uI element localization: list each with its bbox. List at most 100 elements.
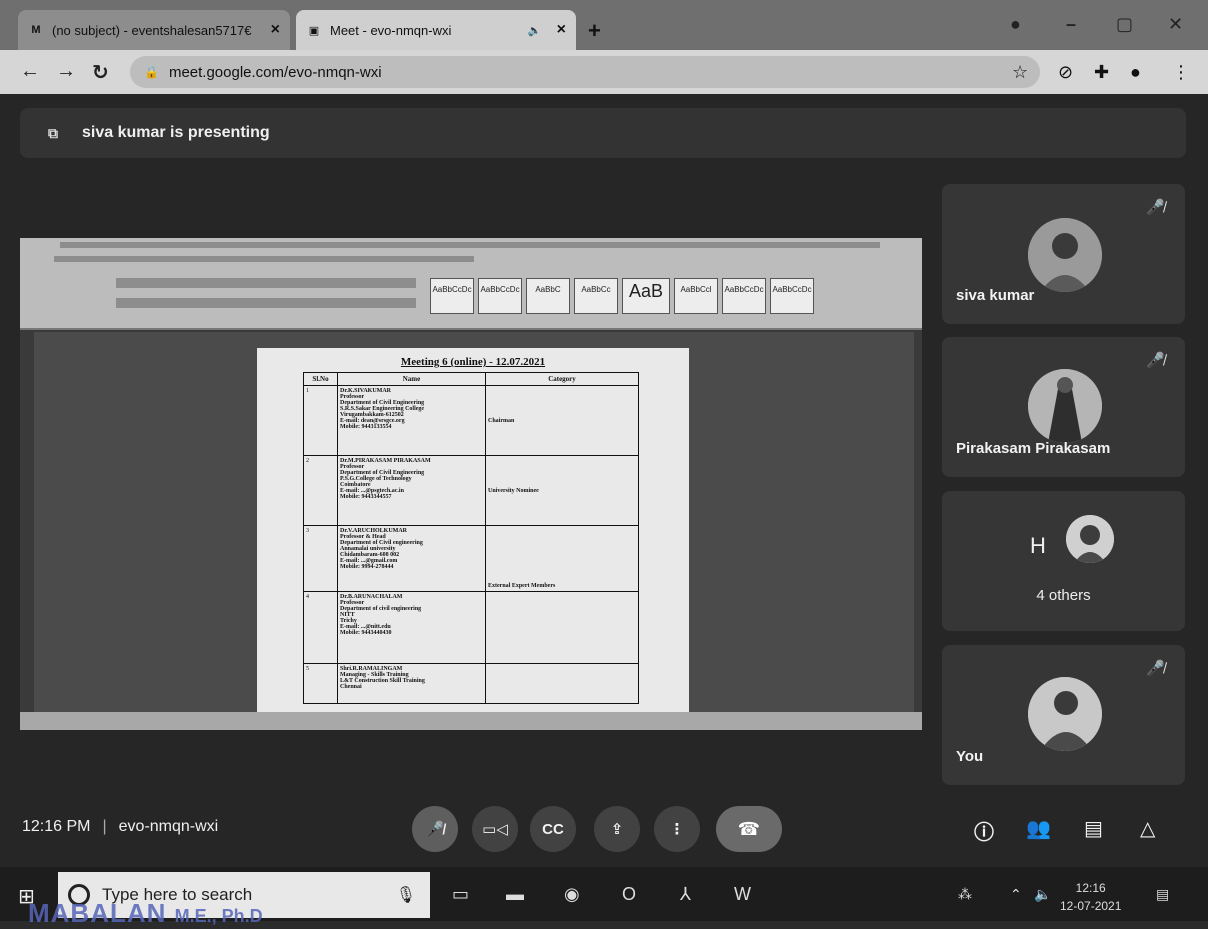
document-page: Meeting 6 (online) - 12.07.2021 Sl.No Na… bbox=[257, 348, 689, 714]
ribbon-styles-gallery: AaBbCcDc AaBbCcDc AaBbC AaBbCc AaB AaBbC… bbox=[430, 278, 814, 314]
activities-icon[interactable]: △ bbox=[1140, 816, 1155, 841]
extensions-icon[interactable]: ✚ bbox=[1094, 62, 1109, 83]
member-category bbox=[485, 663, 639, 704]
back-icon[interactable]: ← bbox=[20, 60, 40, 83]
camera-toggle-button[interactable]: ▭◁ bbox=[472, 806, 518, 852]
participant-tile-others[interactable]: H 4 others bbox=[942, 491, 1185, 631]
column-header: Category bbox=[485, 372, 639, 386]
acrobat-icon[interactable]: ⅄ bbox=[680, 884, 691, 905]
stamp-degrees: M.E., Ph.D bbox=[174, 906, 263, 926]
people-tray-icon[interactable]: ⁂ bbox=[958, 886, 972, 903]
participant-tile-you[interactable]: 🎤̸ You bbox=[942, 645, 1185, 785]
avatar bbox=[1066, 515, 1114, 563]
mic-off-icon: 🎤̸ bbox=[1146, 199, 1165, 216]
hang-up-icon: ☎ bbox=[737, 818, 761, 839]
gmail-icon: M bbox=[31, 24, 41, 36]
tab-title: Meet - evo-nmqn-wxi bbox=[330, 22, 452, 38]
file-explorer-icon[interactable]: ▬ bbox=[506, 884, 524, 905]
clock-date: 12-07-2021 bbox=[1060, 899, 1122, 913]
style-subtitle: AaBbCcl bbox=[674, 278, 718, 314]
word-status-bar bbox=[20, 712, 922, 730]
participant-tile-pirakasam[interactable]: 🎤̸ Pirakasam Pirakasam bbox=[942, 337, 1185, 477]
new-tab-button[interactable]: + bbox=[588, 18, 601, 44]
style-no-spacing: AaBbCcDc bbox=[478, 278, 522, 314]
row-number: 4 bbox=[303, 591, 338, 664]
more-vert-icon: ⋮ bbox=[669, 821, 685, 838]
tab-title: (no subject) - eventshalesan5717€ bbox=[52, 22, 252, 38]
account-extension-icon[interactable]: ● bbox=[1130, 62, 1141, 83]
reload-icon[interactable]: ↻ bbox=[92, 60, 109, 85]
others-count-label: 4 others bbox=[1036, 587, 1091, 604]
participant-tile-siva-kumar[interactable]: 🎤̸ siva kumar bbox=[942, 184, 1185, 324]
mic-toggle-button[interactable]: 🎤̸ bbox=[412, 806, 458, 852]
chat-icon[interactable]: ▤ bbox=[1084, 816, 1103, 841]
style-emphasis: AaBbCcDc bbox=[770, 278, 814, 314]
bookmark-star-icon[interactable]: ☆ bbox=[1012, 62, 1028, 83]
microphone-icon[interactable]: 🎙 bbox=[396, 885, 416, 905]
tab-meet[interactable]: ▣ Meet - evo-nmqn-wxi 🔈 × bbox=[296, 10, 576, 50]
volume-icon[interactable]: 🔈 bbox=[1034, 886, 1051, 903]
column-header: Name bbox=[337, 372, 486, 386]
meeting-time: 12:16 PM bbox=[22, 818, 91, 835]
member-category: External Expert Members bbox=[485, 525, 639, 592]
opera-icon[interactable]: O bbox=[622, 884, 636, 905]
member-category: University Nominee bbox=[485, 455, 639, 526]
table-row: 3 Dr.V.ARUCHOLKUMAR Professor & Head Dep… bbox=[303, 525, 639, 592]
participant-name: You bbox=[956, 748, 984, 765]
mic-off-icon: 🎤̸ bbox=[425, 821, 445, 838]
present-now-button[interactable]: ⇪ bbox=[594, 806, 640, 852]
taskbar-clock[interactable]: 12:16 12-07-2021 bbox=[1060, 879, 1121, 915]
audio-icon[interactable]: 🔈 bbox=[527, 23, 543, 37]
ribbon-title-bar bbox=[60, 242, 880, 248]
row-number: 2 bbox=[303, 455, 338, 526]
block-extension-icon[interactable]: ⊘ bbox=[1058, 62, 1073, 83]
member-details: Dr.B.ARUNACHALAM Professor Department of… bbox=[337, 591, 486, 664]
stamp-name: MABALAN bbox=[28, 898, 167, 928]
presenting-banner: ⧉ siva kumar is presenting bbox=[20, 108, 1186, 158]
style-heading-1: AaBbC bbox=[526, 278, 570, 314]
mic-off-icon: 🎤̸ bbox=[1146, 660, 1165, 677]
separator: | bbox=[102, 818, 107, 835]
close-tab-icon[interactable]: × bbox=[557, 21, 566, 39]
overlay-stamp: MABALAN M.E., Ph.D bbox=[28, 898, 263, 929]
profile-icon[interactable]: ● bbox=[1010, 14, 1021, 35]
present-screen-icon: ⇪ bbox=[610, 821, 624, 838]
chrome-icon[interactable]: ◉ bbox=[564, 884, 580, 905]
leave-call-button[interactable]: ☎ bbox=[716, 806, 782, 852]
participant-name: siva kumar bbox=[956, 287, 1035, 304]
forward-icon[interactable]: → bbox=[56, 60, 76, 83]
notifications-icon[interactable]: ▤ bbox=[1156, 886, 1169, 903]
more-options-button[interactable]: ⋮ bbox=[654, 806, 700, 852]
participant-name: Pirakasam Pirakasam bbox=[956, 440, 1111, 457]
people-icon[interactable]: 👥 bbox=[1026, 816, 1051, 841]
ribbon-tabs bbox=[54, 256, 474, 262]
document-title: Meeting 6 (online) - 12.07.2021 bbox=[400, 356, 546, 368]
table-row: 2 Dr.M.PIRAKASAM PIRAKASAM Professor Dep… bbox=[303, 455, 639, 526]
task-view-icon[interactable]: ▭ bbox=[452, 884, 469, 905]
mic-off-icon: 🎤̸ bbox=[1146, 352, 1165, 369]
minimize-icon[interactable]: – bbox=[1066, 14, 1076, 35]
presenting-icon: ⧉ bbox=[48, 124, 58, 141]
close-window-icon[interactable]: ✕ bbox=[1168, 14, 1183, 35]
participant-initial: H bbox=[1030, 533, 1046, 558]
browser-menu-icon[interactable]: ⋮ bbox=[1172, 62, 1190, 83]
member-details: Dr.V.ARUCHOLKUMAR Professor & Head Depar… bbox=[337, 525, 486, 592]
url-bar[interactable]: 🔒 meet.google.com/evo-nmqn-wxi bbox=[130, 56, 1040, 88]
ribbon-paragraph-group bbox=[116, 298, 416, 308]
member-details: Dr.K.SIVAKUMAR Professor Department of C… bbox=[337, 385, 486, 456]
lock-icon: 🔒 bbox=[144, 65, 159, 79]
meeting-details-icon[interactable]: ⓘ bbox=[974, 816, 994, 845]
url-text: meet.google.com/evo-nmqn-wxi bbox=[168, 63, 382, 81]
word-icon[interactable]: W bbox=[734, 884, 751, 905]
clock-time: 12:16 bbox=[1075, 881, 1106, 895]
ribbon-font-group bbox=[116, 278, 416, 288]
captions-button[interactable]: CC bbox=[530, 806, 576, 852]
table-row: 4 Dr.B.ARUNACHALAM Professor Department … bbox=[303, 591, 639, 664]
maximize-icon[interactable]: ▢ bbox=[1116, 14, 1133, 35]
close-tab-icon[interactable]: × bbox=[271, 21, 280, 39]
meeting-code: evo-nmqn-wxi bbox=[118, 818, 219, 835]
row-number: 1 bbox=[303, 385, 338, 456]
tab-gmail[interactable]: M (no subject) - eventshalesan5717€ × bbox=[18, 10, 290, 50]
show-hidden-icons-icon[interactable]: ⌃ bbox=[1010, 886, 1022, 903]
member-category bbox=[485, 591, 639, 664]
